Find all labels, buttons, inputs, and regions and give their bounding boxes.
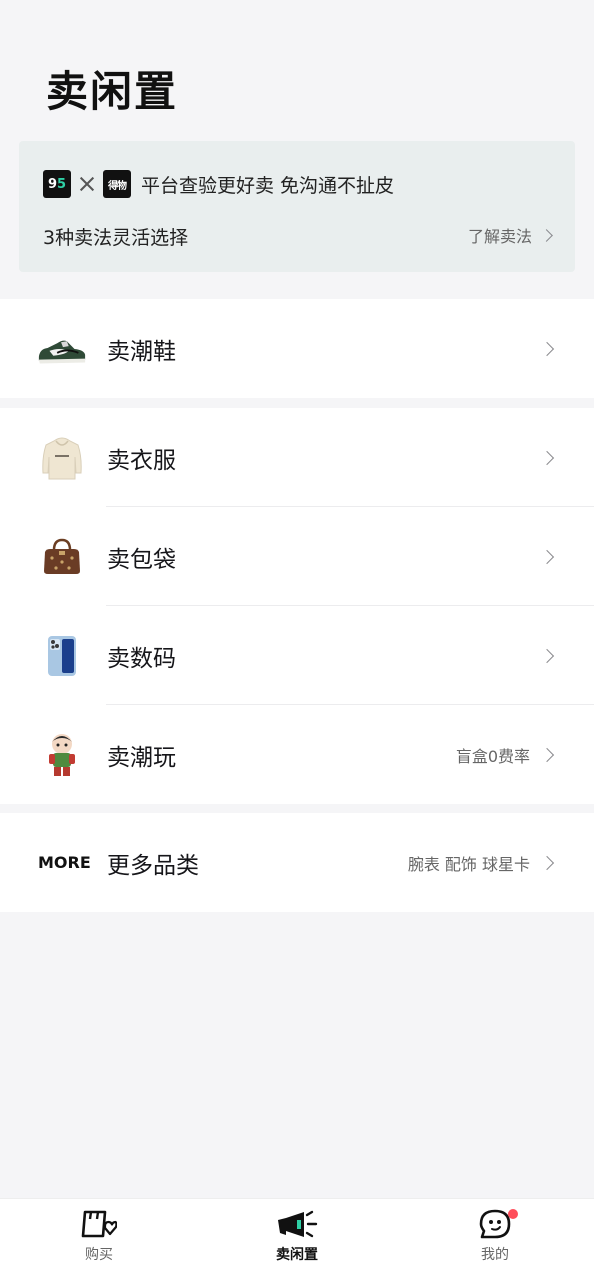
sneaker-icon	[36, 323, 88, 375]
banner-headline: 平台查验更好卖 免沟通不扯皮	[141, 174, 395, 197]
row-right	[530, 450, 555, 465]
category-label: 卖潮鞋	[107, 338, 176, 365]
row-right: 腕表 配饰 球星卡	[407, 851, 555, 875]
banner-subline: 3种卖法灵活选择	[43, 227, 189, 249]
category-row-more[interactable]: MORE 更多品类 腕表 配饰 球星卡	[0, 813, 594, 912]
hoodie-icon	[36, 432, 88, 484]
page-title: 卖闲置	[46, 67, 179, 116]
category-row-bags[interactable]: 卖包袋	[0, 507, 594, 606]
category-label: 更多品类	[107, 852, 199, 879]
learn-selling-label: 了解卖法	[467, 227, 532, 246]
handbag-icon	[36, 531, 88, 583]
chevron-right-icon	[539, 450, 555, 465]
banner-headline-row: 95 得物 平台查验更好卖 免沟通不扯皮	[43, 170, 394, 198]
chat-face-icon	[479, 1209, 511, 1239]
more-note: 腕表 配饰 球星卡	[407, 854, 530, 874]
bottom-tab-bar: 购买 卖闲置 我的	[0, 1198, 594, 1280]
category-label: 卖包袋	[107, 546, 176, 573]
megaphone-icon	[278, 1210, 318, 1238]
cross-icon	[77, 170, 97, 198]
category-row-digital[interactable]: 卖数码	[0, 606, 594, 705]
row-right: 盲盒0费率	[455, 743, 555, 767]
more-badge: MORE	[38, 837, 91, 889]
tab-buy[interactable]: 购买	[54, 1209, 144, 1264]
category-label: 卖潮玩	[107, 744, 176, 771]
tab-label: 卖闲置	[276, 1247, 318, 1263]
tab-sell[interactable]: 卖闲置	[252, 1209, 342, 1264]
learn-selling-link[interactable]: 了解卖法	[467, 223, 553, 247]
category-label: 卖衣服	[107, 447, 176, 474]
more-badge-text: MORE	[38, 853, 91, 872]
row-right	[530, 549, 555, 564]
row-right	[530, 648, 555, 663]
category-row-toys[interactable]: 卖潮玩 盲盒0费率	[0, 705, 594, 804]
notification-dot	[508, 1209, 518, 1219]
tab-label: 购买	[85, 1247, 113, 1263]
chevron-right-icon	[540, 228, 553, 242]
tab-mine[interactable]: 我的	[450, 1209, 540, 1264]
category-row-clothes[interactable]: 卖衣服	[0, 408, 594, 507]
chevron-right-icon	[539, 747, 555, 762]
section-categories: 卖衣服 卖包袋 卖数码 卖潮玩 盲盒0费率	[0, 408, 594, 804]
category-row-sneakers[interactable]: 卖潮鞋	[0, 299, 594, 398]
row-right	[530, 341, 555, 356]
section-more: MORE 更多品类 腕表 配饰 球星卡	[0, 813, 594, 912]
tab-label: 我的	[481, 1247, 509, 1263]
bag-heart-icon	[81, 1210, 117, 1238]
chevron-right-icon	[539, 855, 555, 870]
promo-banner[interactable]: 95 得物 平台查验更好卖 免沟通不扯皮 3种卖法灵活选择 了解卖法	[19, 141, 575, 272]
logo-dewu-icon: 得物	[103, 170, 131, 198]
figure-icon	[36, 729, 88, 781]
chevron-right-icon	[539, 648, 555, 663]
phone-icon	[36, 630, 88, 682]
chevron-right-icon	[539, 549, 555, 564]
section-sneakers: 卖潮鞋	[0, 299, 594, 398]
toys-note: 盲盒0费率	[455, 746, 530, 766]
chevron-right-icon	[539, 341, 555, 356]
logo-95-icon: 95	[43, 170, 71, 198]
category-label: 卖数码	[107, 645, 176, 672]
